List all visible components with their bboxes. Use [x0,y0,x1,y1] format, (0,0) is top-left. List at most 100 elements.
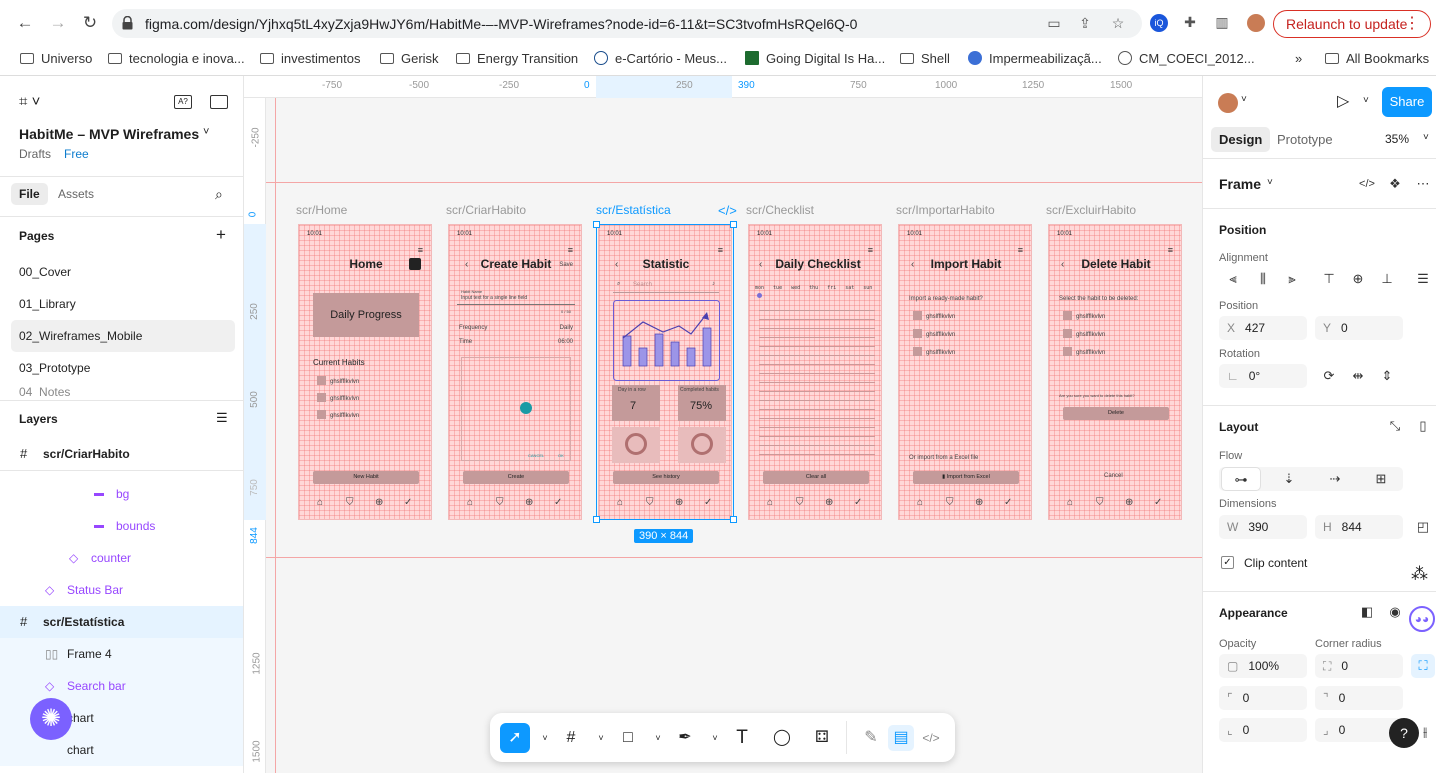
more-bookmarks-icon[interactable]: » [1295,50,1302,68]
puzzle-icon[interactable]: ✚ [1181,14,1199,32]
more-horizontal-icon[interactable]: ⋯ [1411,172,1435,196]
corner-top-left-field[interactable]: ⌜ 0 [1219,686,1307,710]
collapse-layers-icon[interactable]: ☰ [216,410,228,426]
zoom-level[interactable]: 35% [1385,132,1409,146]
present-icon[interactable]: ▷ [1337,91,1349,111]
corner-radius-field[interactable]: ⛶ 0 [1315,654,1403,678]
bookmark-star-icon[interactable]: ☆ [1109,15,1127,33]
layer-component[interactable]: ▬ bounds [0,510,243,542]
bookmark-folder[interactable]: Energy Transition [456,50,578,68]
independent-corners-icon[interactable]: ⛶ [1411,654,1435,678]
frame-label-selected[interactable]: scr/Estatística [596,203,671,217]
layer-frame-selected[interactable]: # scr/Estatística [0,606,243,638]
plugin-launcher-icon[interactable]: ✺ [30,698,72,740]
frame-delete-habit[interactable]: 10:01 ≡ ‹ Delete Habit Select the habit … [1048,224,1182,520]
help-icon[interactable]: ? [1389,718,1419,748]
chevron-down-icon[interactable]: ˅ [1363,95,1369,106]
layer-instance[interactable]: ◇ Status Bar [0,574,243,606]
url-bar[interactable]: figma.com/design/Yjhxq5tL4xyZxja9HwJY6m/… [112,9,1142,38]
vertical-flow-icon[interactable]: ⇣ [1269,467,1309,491]
component-icon[interactable]: ❖ [1383,172,1407,196]
profile-avatar[interactable] [1247,14,1265,32]
align-right-icon[interactable]: ⫸ [1280,267,1304,291]
tab-design[interactable]: Design [1211,127,1271,152]
align-bottom-icon[interactable]: ⊥ [1375,267,1399,291]
align-center-v-icon[interactable]: ⊕ [1346,267,1370,291]
align-left-icon[interactable]: ⫷ [1221,267,1245,291]
freeform-icon[interactable]: ⊶ [1221,467,1261,491]
layer-component[interactable]: ▬ bg [0,478,243,510]
sidebar-icon[interactable]: ▥ [1213,14,1231,32]
site-info-icon[interactable] [122,16,133,30]
adjust-icon[interactable]: ⫲ [1423,724,1427,740]
assistant-icon[interactable]: ◕◕ [1409,606,1435,632]
rotate-icon[interactable]: ⟳ [1317,364,1341,388]
layer-frame[interactable]: # scr/CriarHabito [0,438,243,470]
guide-line[interactable] [275,98,276,773]
frame-label[interactable]: scr/Home [296,203,347,217]
file-name[interactable]: HabitMe – MVP Wireframes [19,126,199,142]
bookmark-folder[interactable]: tecnologia e inova... [108,50,245,68]
clip-content-checkbox[interactable]: ✓ [1221,556,1234,569]
design-mode-icon[interactable]: ▤ [888,725,914,751]
code-icon[interactable]: </> [1355,172,1379,196]
height-field[interactable]: H 844 [1315,515,1403,539]
flip-vertical-icon[interactable]: ⇕ [1375,364,1399,388]
layer-instance[interactable]: ◇ Search bar [0,670,243,702]
bookmark-folder[interactable]: Universo [20,50,92,68]
align-top-icon[interactable]: ⊤ [1317,267,1341,291]
actions-tool-icon[interactable]: ⚃ [809,725,835,751]
guide-line[interactable] [266,182,1202,183]
distribute-icon[interactable]: ☰ [1411,267,1435,291]
design-canvas[interactable]: -750 -500 -250 0 250 390 750 1000 1250 1… [244,76,1202,773]
selection-box[interactable] [593,221,737,523]
page-item[interactable]: 04_Notes [0,376,243,396]
resize-handle[interactable] [593,221,600,228]
rotation-field[interactable]: ∟ 0° [1219,364,1307,388]
constrain-proportions-icon[interactable]: ◰ [1411,515,1435,539]
dev-mode-icon[interactable]: </> [918,725,944,751]
bookmark-folder[interactable]: Shell [900,50,950,68]
widget-icon[interactable]: ⁂ [1411,564,1428,584]
layer-instance[interactable]: ◇ counter [0,542,243,574]
bookmark-link[interactable]: Impermeabilizaçã... [968,50,1102,68]
forward-icon[interactable]: → [48,13,68,33]
frame-create-habit[interactable]: 10:01 ≡ ‹ Create Habit Save Habit Name I… [448,224,582,520]
resize-handle[interactable] [730,221,737,228]
frame-label[interactable]: scr/CriarHabito [446,203,526,217]
share-page-icon[interactable]: ⇪ [1076,15,1094,33]
visibility-eye-icon[interactable]: ◉ [1383,600,1407,624]
corner-bottom-left-field[interactable]: ⌞ 0 [1219,718,1307,742]
text-tool-icon[interactable]: T [729,725,755,751]
resize-handle[interactable] [593,516,600,523]
extension-icon[interactable]: iQ [1150,14,1168,32]
layer-frame[interactable]: ▯▯ Frame 4 [0,638,243,670]
pen-tool-icon[interactable]: ✒ [672,725,698,751]
horizontal-flow-icon[interactable]: ⇢ [1315,467,1355,491]
relaunch-button[interactable]: Relaunch to update ⋮ [1273,10,1431,38]
chevron-down-icon[interactable]: ˅ [702,725,728,751]
frame-label[interactable]: scr/Checklist [746,203,814,217]
url-text[interactable]: figma.com/design/Yjhxq5tL4xyZxja9HwJY6m/… [145,16,857,32]
figma-menu-icon[interactable]: ⌗ ˅ [19,93,40,110]
bookmark-folder[interactable]: investimentos [260,50,360,68]
rectangle-tool-icon[interactable]: □ [615,725,641,751]
variable-icon[interactable]: ◧ [1355,600,1379,624]
draw-mode-icon[interactable]: ✎ [858,725,884,751]
y-field[interactable]: Y0 [1315,316,1403,340]
search-icon[interactable]: ⌕ [215,186,223,203]
chevron-down-icon[interactable]: ˅ [1423,132,1429,143]
panel-toggle-icon[interactable] [210,95,228,109]
plan-badge[interactable]: Free [64,147,89,161]
cast-icon[interactable]: ▭ [1045,15,1063,33]
flow-segmented[interactable]: ⊶ ⇣ ⇢ ⊞ [1219,467,1403,491]
layer-group[interactable]: chart [0,734,243,766]
auto-layout-icon[interactable]: ▯ [1411,414,1435,438]
add-page-icon[interactable]: + [216,225,226,245]
corner-top-right-field[interactable]: ⌝ 0 [1315,686,1403,710]
frame-home[interactable]: 10:01 ≡ Home Daily Progress Current Habi… [298,224,432,520]
frame-import-habit[interactable]: 10:01 ≡ ‹ Import Habit Import a ready-ma… [898,224,1032,520]
frame-tool-icon[interactable]: # [558,725,584,751]
frame-label[interactable]: scr/ImportarHabito [896,203,995,217]
align-center-h-icon[interactable]: ⫼ [1251,267,1275,291]
